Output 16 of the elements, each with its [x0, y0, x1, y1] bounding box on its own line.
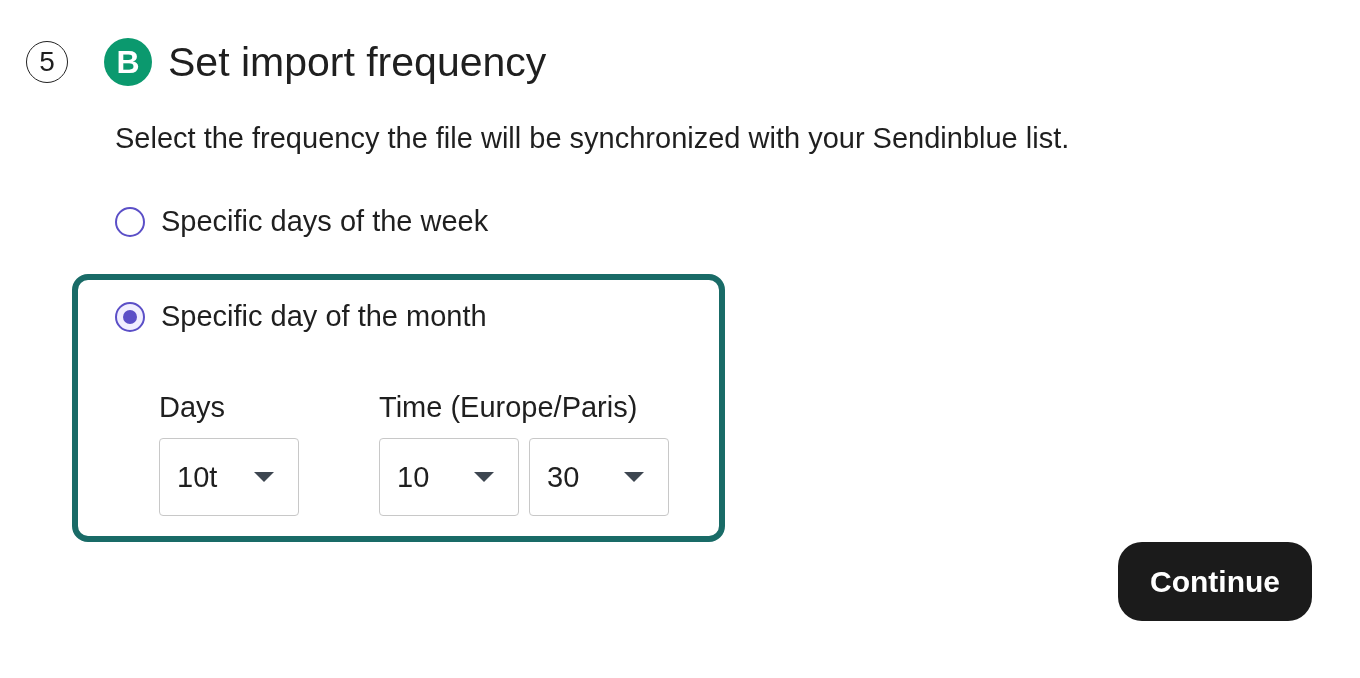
field-label: Time (Europe/Paris): [379, 391, 639, 424]
dropdown[interactable]: 30: [529, 438, 669, 516]
option-label[interactable]: Specific days of the week: [161, 205, 489, 238]
radio-button[interactable]: [115, 206, 145, 237]
dropdown[interactable]: 10t: [159, 438, 299, 516]
logo-icon: B: [104, 38, 152, 86]
dropdown[interactable]: 10: [379, 438, 519, 516]
caret-icon: [624, 471, 644, 483]
radio-button[interactable]: [115, 301, 145, 332]
description: Select the frequency the file will be synchronized with your Sendinblue list.: [115, 122, 1071, 155]
field-label: Days: [159, 391, 227, 424]
option-label[interactable]: Specific day of the month: [161, 300, 487, 333]
caret-icon: [254, 471, 274, 483]
section-title: Set import frequency: [168, 38, 547, 86]
caret-icon: [474, 471, 494, 483]
continue-button[interactable]: Continue: [1118, 542, 1312, 621]
